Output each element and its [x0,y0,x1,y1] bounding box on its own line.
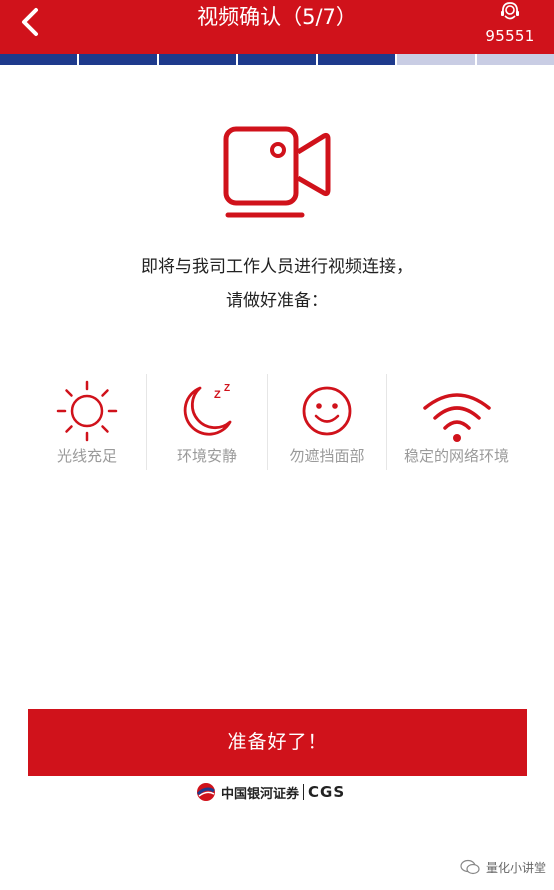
progress-step-pending [397,54,475,65]
notice-line-1: 即将与我司工作人员进行视频连接， [141,257,413,277]
tip-label: 光线充足 [56,447,117,465]
back-arrow-icon [22,8,38,36]
tip-label: 环境安静 [176,447,237,465]
tip-label: 勿遮挡面部 [289,447,365,465]
watermark-text: 量化小讲堂 [485,860,546,875]
notice-line-2: 请做好准备： [226,291,328,311]
moon-icon: Z Z [183,383,232,436]
tip-label: 稳定的网络环境 [403,447,509,465]
progress-step-done [79,54,157,65]
tip-network: 稳定的网络环境 [387,374,526,470]
brand-separator [303,784,305,800]
progress-step-done [238,54,316,65]
page-title: 视频确认（5/7） [197,5,357,29]
video-confirm-page: 视频确认（5/7） 95551 即将与我司工作人员进行视频连接， 请做好准备： [0,0,554,890]
step-progress-bar [0,54,554,65]
tip-face: 勿遮挡面部 [268,374,386,470]
back-button[interactable] [14,4,50,40]
hotline-number: 95551 [485,27,535,45]
svg-text:Z: Z [224,383,230,394]
sun-icon [56,380,118,442]
brand-name: 中国银河证券 [221,786,300,802]
galaxy-logo-icon [196,783,215,801]
ready-button[interactable]: 准备好了！ [28,709,527,776]
video-camera-icon [223,126,331,218]
smile-icon [302,386,352,436]
brand-abbr: CGS [308,783,346,801]
watermark: 量化小讲堂 [460,857,546,877]
customer-service-icon [501,2,519,20]
progress-step-pending [476,54,554,65]
hotline-button[interactable]: 95551 [480,0,540,50]
wifi-icon [422,393,491,442]
tip-light: 光线充足 [28,374,146,470]
progress-step-done [317,54,396,65]
brand-logo: 中国银河证券 CGS [196,781,376,803]
preparation-tips: 光线充足 Z Z 环境安静 勿遮挡面部 稳定的网络环境 [28,374,526,470]
tip-quiet: Z Z 环境安静 [147,374,267,470]
top-bar: 视频确认（5/7） 95551 [0,0,554,54]
progress-step-done [0,54,78,65]
progress-step-done [158,54,237,65]
svg-text:Z: Z [214,389,221,401]
wechat-icon [460,859,480,875]
